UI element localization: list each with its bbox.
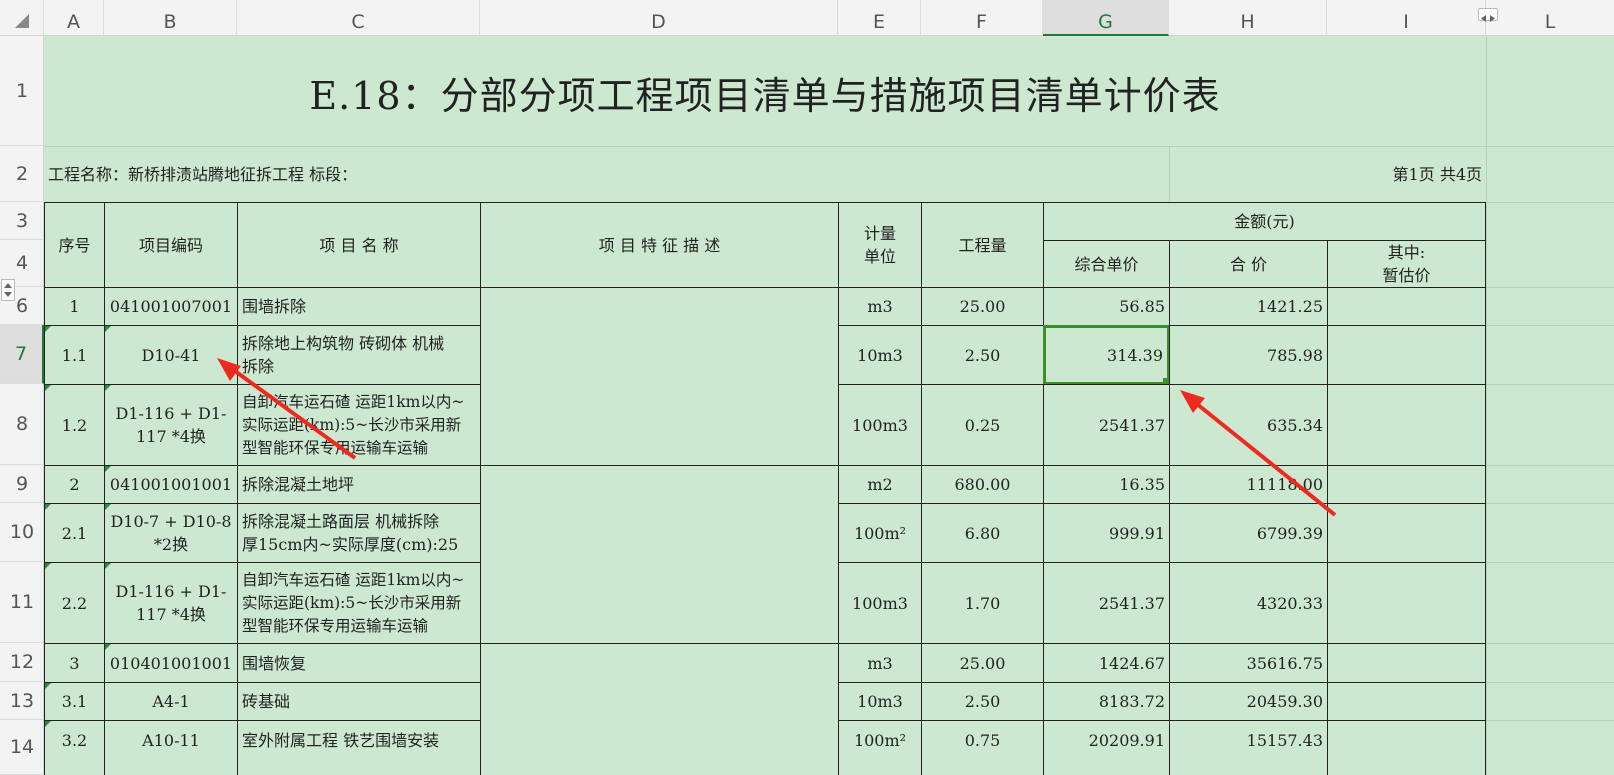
arrow-to-code-cell (217, 358, 357, 460)
arrow-to-unit-price-cell (1180, 390, 1337, 517)
annotation-arrows (217, 358, 1337, 517)
